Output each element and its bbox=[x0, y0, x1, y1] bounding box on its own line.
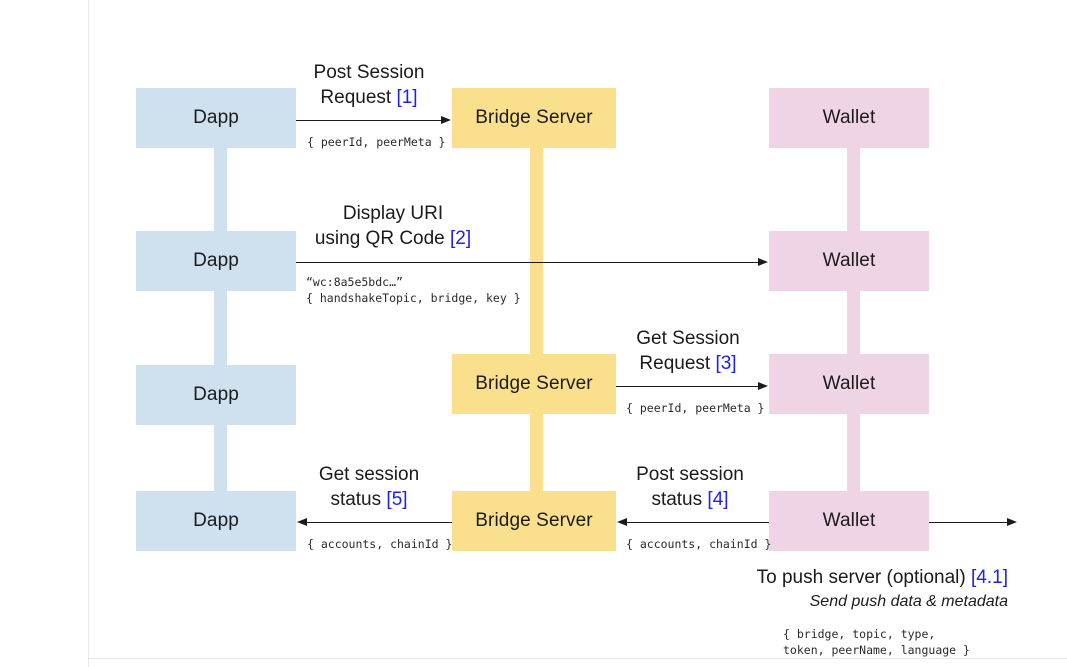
arrow-display-uri bbox=[296, 258, 768, 266]
label-display-uri: Display URI using QR Code [2] bbox=[303, 201, 483, 251]
payload-get-session-status: { accounts, chainId } bbox=[307, 537, 453, 551]
arrow-post-session-request bbox=[296, 116, 451, 124]
page-left-margin-rule bbox=[88, 0, 89, 667]
label-post-session-request: Post Session Request [1] bbox=[289, 60, 449, 110]
lifeline-bridge-1 bbox=[530, 148, 543, 354]
label-line1: Display URI bbox=[342, 203, 444, 224]
step-ref: [4] bbox=[707, 489, 729, 510]
arrowhead-left-icon bbox=[297, 518, 307, 526]
label-line2: status bbox=[651, 489, 708, 510]
node-wallet-row2[interactable]: Wallet bbox=[769, 231, 929, 291]
lifeline-wallet-2 bbox=[847, 289, 860, 354]
sequence-diagram-canvas: Dapp Bridge Server Wallet Post Session Re… bbox=[0, 0, 1067, 667]
node-dapp-row4[interactable]: Dapp bbox=[136, 491, 296, 551]
payload-post-session-request: { peerId, peerMeta } bbox=[307, 135, 446, 149]
lifeline-wallet-3 bbox=[847, 414, 860, 491]
arrowhead-right-icon bbox=[758, 258, 768, 266]
label-line2: using QR Code bbox=[314, 228, 451, 249]
payload-get-session-request: { peerId, peerMeta } bbox=[626, 401, 765, 415]
arrow-get-session-status bbox=[297, 518, 452, 526]
note-title-text: To push server (optional) bbox=[756, 567, 972, 588]
payload-post-session-status: { accounts, chainId } bbox=[626, 537, 772, 551]
lifeline-wallet-1 bbox=[847, 148, 860, 233]
node-bridge-row1[interactable]: Bridge Server bbox=[452, 88, 616, 148]
node-bridge-row3[interactable]: Bridge Server bbox=[452, 354, 616, 414]
payload-display-uri: “wc:8a5e5bdc…” { handshakeTopic, bridge,… bbox=[306, 275, 521, 305]
node-wallet-row1[interactable]: Wallet bbox=[769, 88, 929, 148]
step-ref: [5] bbox=[386, 489, 408, 510]
lifeline-dapp-2 bbox=[214, 289, 227, 367]
lifeline-bridge-3 bbox=[530, 414, 543, 491]
arrowhead-left-icon bbox=[617, 518, 627, 526]
node-dapp-row3[interactable]: Dapp bbox=[136, 365, 296, 425]
note-push-server-title: To push server (optional) [4.1] bbox=[757, 565, 1008, 590]
label-line1: Get Session bbox=[636, 328, 740, 349]
arrow-get-session-request bbox=[616, 382, 768, 390]
node-bridge-row4[interactable]: Bridge Server bbox=[452, 491, 616, 551]
note-push-server-payload: { bridge, topic, type, token, peerName, … bbox=[783, 627, 970, 657]
label-get-session-status: Get session status [5] bbox=[289, 462, 449, 512]
label-line2: status bbox=[330, 489, 387, 510]
step-ref: [2] bbox=[450, 228, 472, 249]
lifeline-dapp-3 bbox=[214, 423, 227, 491]
arrowhead-right-icon bbox=[1007, 518, 1017, 526]
step-ref: [1] bbox=[396, 87, 418, 108]
label-line1: Post Session bbox=[313, 62, 425, 83]
arrow-post-session-status bbox=[617, 518, 769, 526]
node-dapp-row1[interactable]: Dapp bbox=[136, 88, 296, 148]
step-ref: [3] bbox=[715, 353, 737, 374]
page-bottom-rule bbox=[88, 658, 1067, 659]
note-push-server-subtitle: Send push data & metadata bbox=[809, 593, 1008, 610]
arrow-to-push-server bbox=[929, 518, 1017, 526]
label-post-session-status: Post session status [4] bbox=[608, 462, 772, 512]
node-wallet-row3[interactable]: Wallet bbox=[769, 354, 929, 414]
arrowhead-right-icon bbox=[441, 116, 451, 124]
label-line2: Request bbox=[320, 87, 397, 108]
label-line1: Post session bbox=[636, 464, 744, 485]
label-line1: Get session bbox=[318, 464, 420, 485]
node-dapp-row2[interactable]: Dapp bbox=[136, 231, 296, 291]
node-wallet-row4[interactable]: Wallet bbox=[769, 491, 929, 551]
label-get-session-request: Get Session Request [3] bbox=[608, 326, 768, 376]
note-step-ref: [4.1] bbox=[971, 567, 1008, 588]
arrowhead-right-icon bbox=[758, 382, 768, 390]
label-line2: Request bbox=[639, 353, 716, 374]
